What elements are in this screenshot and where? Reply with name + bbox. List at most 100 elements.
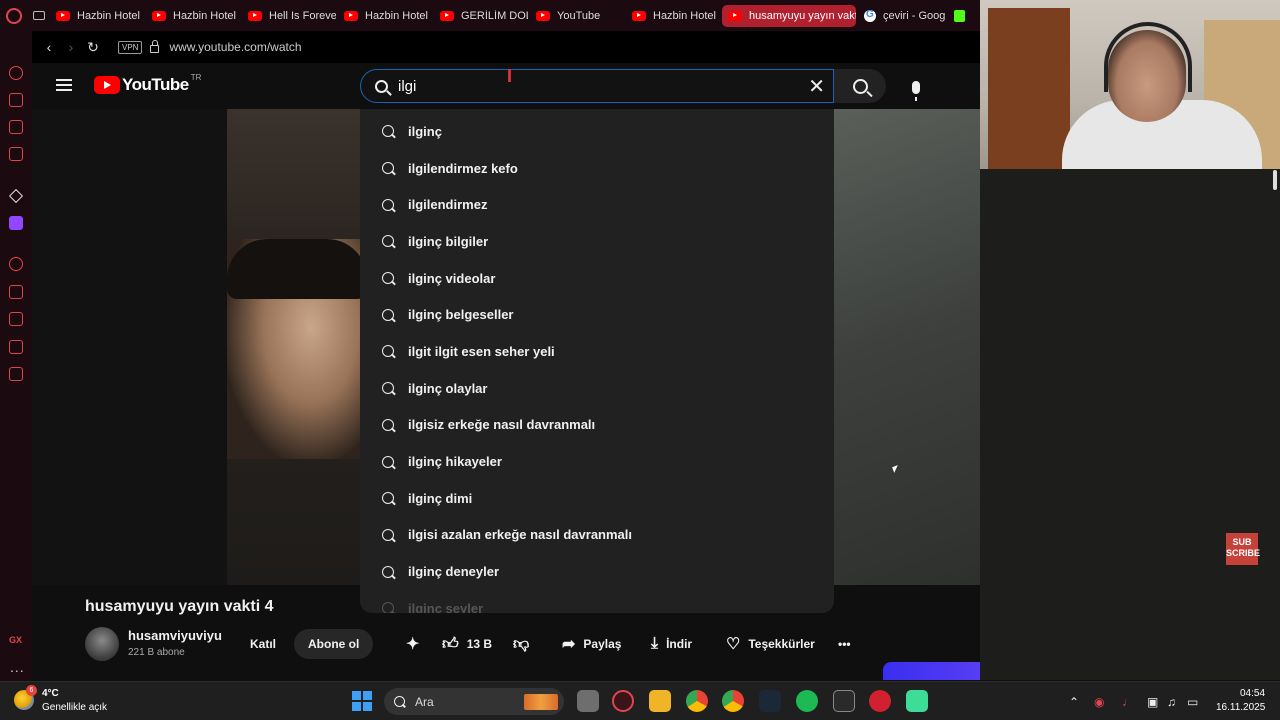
workspaces-icon[interactable]	[27, 0, 50, 31]
search-box[interactable]: ilgi ✕	[360, 69, 834, 103]
suggestion-item[interactable]: ilginç belgeseller	[360, 296, 834, 333]
voice-search-button[interactable]	[898, 69, 934, 105]
gx-corner-icon[interactable]	[9, 93, 23, 107]
more-actions-button[interactable]: •••	[838, 629, 851, 659]
download-icon: ⤓	[651, 635, 659, 652]
channel-avatar[interactable]	[85, 627, 119, 661]
riot-client-icon[interactable]	[869, 690, 891, 712]
steam-icon[interactable]	[759, 690, 781, 712]
suggestion-search-icon	[382, 382, 394, 395]
tab-title: Hell Is Forever	[269, 9, 336, 22]
browser-tab[interactable]: çeviri - Google	[858, 5, 946, 27]
suggestion-item[interactable]: ilgisiz erkeğe nasıl davranmalı	[360, 407, 834, 444]
vpn-tray-icon[interactable]: ◉	[1094, 695, 1104, 709]
chat-panel	[980, 169, 1280, 680]
subscribe-button[interactable]: Abone ol	[294, 629, 374, 659]
clear-search-icon[interactable]: ✕	[808, 74, 825, 99]
extensions-icon[interactable]	[9, 312, 23, 326]
opera-gx-icon[interactable]	[612, 690, 634, 712]
tab-title: GERİLİM DOLU	[461, 9, 528, 22]
suggestion-search-icon	[382, 125, 394, 138]
vpn-badge[interactable]: VPN	[118, 40, 143, 54]
aria-icon[interactable]	[8, 188, 24, 204]
back-icon[interactable]: ‹	[38, 39, 60, 55]
player-icon[interactable]	[9, 147, 23, 161]
file-explorer-icon[interactable]	[649, 690, 671, 712]
epic-games-icon[interactable]	[833, 690, 855, 712]
like-button[interactable]: 👍︎ 13 B	[442, 629, 492, 659]
hype-button[interactable]: ✦	[406, 629, 427, 659]
scrollbar-thumb[interactable]	[1273, 170, 1277, 190]
volume-icon[interactable]: ♫	[1167, 695, 1176, 709]
suggestion-item[interactable]: ilgit ilgit esen seher yeli	[360, 333, 834, 370]
gx-label: GX	[9, 635, 23, 645]
tray-overflow-icon[interactable]: ⌃	[1069, 695, 1079, 709]
lock-icon[interactable]	[150, 39, 160, 53]
suggestion-item[interactable]: ilginç deneyler	[360, 553, 834, 590]
weather-description[interactable]: Genellikle açık	[42, 702, 107, 713]
menu-icon[interactable]	[56, 79, 72, 91]
network-icon[interactable]: ▣	[1147, 695, 1158, 709]
suggestion-item[interactable]: ilgilendirmez	[360, 186, 834, 223]
join-button[interactable]: Katıl	[240, 629, 286, 659]
heart-dollar-icon: ♡	[726, 636, 741, 653]
browser-tab[interactable]: YouTube	[530, 5, 624, 27]
search-input[interactable]: ilgi	[398, 78, 808, 95]
taskbar-search[interactable]: Ara	[384, 688, 564, 715]
microphone-tray-icon[interactable]: ♩	[1122, 695, 1134, 709]
battery-icon[interactable]: ▭	[1187, 695, 1198, 709]
suggestion-item[interactable]: ilginç olaylar	[360, 370, 834, 407]
url-field[interactable]: www.youtube.com/watch	[169, 40, 301, 54]
task-view-icon[interactable]	[577, 690, 599, 712]
browser-tab[interactable]: Hell Is Forever	[242, 5, 336, 27]
clock-date[interactable]: 16.11.2025	[1216, 702, 1265, 713]
opera-logo-icon[interactable]	[0, 0, 27, 31]
channel-name[interactable]: husamviyuviyu	[128, 628, 222, 643]
text-cursor-icon: I	[507, 66, 513, 86]
dislike-button[interactable]: 👎︎	[513, 629, 537, 659]
chrome-icon[interactable]	[722, 690, 744, 712]
browser-tab[interactable]: GERİLİM DOLU	[434, 5, 528, 27]
settings-icon[interactable]	[9, 367, 23, 381]
suggestion-item[interactable]: ilginç dimi	[360, 480, 834, 517]
suggestion-item[interactable]: ilginç videolar	[360, 260, 834, 297]
search-button[interactable]	[834, 69, 886, 103]
start-button[interactable]	[352, 691, 372, 711]
suggestion-item[interactable]: ilginç	[360, 113, 834, 150]
thanks-button[interactable]: ♡ Teşekkürler	[726, 629, 815, 659]
suggestion-search-icon	[382, 272, 394, 285]
messenger-icon[interactable]	[9, 120, 23, 134]
forward-icon[interactable]: ›	[60, 39, 82, 55]
browser-tab[interactable]: Hazbin Hotel	[626, 5, 720, 27]
history-icon[interactable]	[9, 257, 23, 271]
sidebar-more-icon[interactable]: ...	[10, 659, 25, 675]
mods-icon[interactable]	[9, 340, 23, 354]
suggestion-item[interactable]: ilginç şeyler	[360, 590, 834, 613]
video-frame-right	[834, 109, 980, 585]
suggestion-item[interactable]: ilgilendirmez kefo	[360, 150, 834, 187]
browser-tab[interactable]: Hazbin Hotel	[146, 5, 240, 27]
clock-time[interactable]: 04:54	[1240, 688, 1265, 699]
youtube-logo[interactable]: YouTube TR	[94, 73, 201, 95]
suggestion-search-icon	[382, 602, 394, 613]
suggestion-item[interactable]: ilginç bilgiler	[360, 223, 834, 260]
download-button[interactable]: ⤓ İndir	[651, 629, 692, 659]
gx-control-icon[interactable]	[9, 66, 23, 80]
browser-tab[interactable]	[948, 5, 978, 27]
wallet-icon[interactable]	[9, 285, 23, 299]
twitch-icon[interactable]	[9, 216, 23, 230]
android-app-icon[interactable]	[906, 690, 928, 712]
temperature[interactable]: 4°C	[42, 688, 59, 699]
reload-icon[interactable]: ↻	[82, 39, 104, 56]
spotify-icon[interactable]	[796, 690, 818, 712]
chrome-profile-icon[interactable]	[686, 690, 708, 712]
share-button[interactable]: ➦ Paylaş	[562, 629, 621, 659]
video-hair	[227, 239, 367, 299]
browser-tab[interactable]: Hazbin Hotel	[338, 5, 432, 27]
suggestion-item[interactable]: ilginç hikayeler	[360, 443, 834, 480]
browser-tab[interactable]: Hazbin Hotel	[50, 5, 144, 27]
webcam-overlay	[980, 0, 1280, 169]
browser-tab[interactable]: husamyuyu yayın vakti	[722, 4, 856, 27]
suggestion-search-icon	[382, 198, 394, 211]
suggestion-item[interactable]: ilgisi azalan erkeğe nasıl davranmalı	[360, 517, 834, 554]
